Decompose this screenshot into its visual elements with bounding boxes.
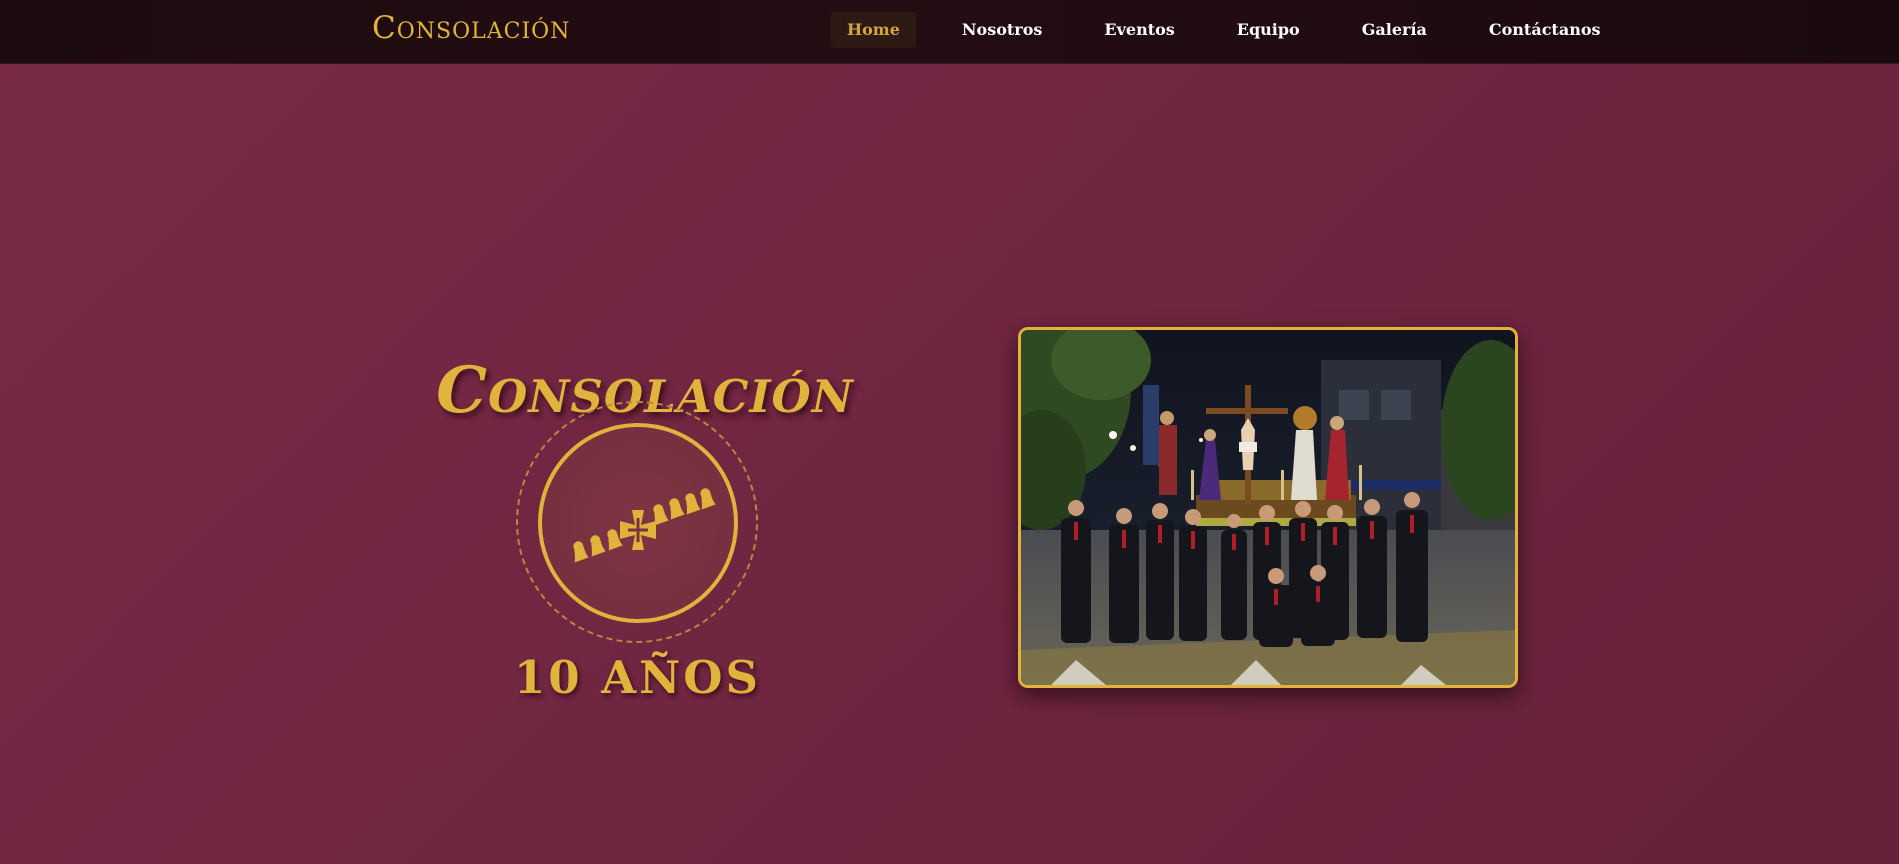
cross-procession-emblem-icon (573, 488, 716, 563)
hero-photo (1018, 327, 1518, 688)
procession-figure (669, 498, 685, 520)
procession-figure (653, 504, 669, 526)
cross-icon (620, 510, 656, 550)
nav-link-galeria[interactable]: Galería (1346, 12, 1443, 48)
anniversary-label: 10 AÑOS (513, 651, 762, 704)
procession-figure (590, 535, 606, 557)
emblem-badge (538, 423, 738, 623)
procession-figure (573, 541, 589, 563)
nav-link-home[interactable]: Home (831, 12, 916, 48)
procession-figure (685, 493, 701, 515)
nav-link-eventos[interactable]: Eventos (1088, 12, 1190, 48)
nav-link-equipo[interactable]: Equipo (1221, 12, 1316, 48)
procession-figure (607, 529, 623, 551)
brand-logo-link[interactable]: Consolación (372, 8, 570, 48)
nav-link-contactanos[interactable]: Contáctanos (1473, 12, 1617, 48)
top-navbar: Consolación Home Nosotros Eventos Equipo… (0, 0, 1899, 64)
procession-group-photo (1021, 330, 1515, 685)
main-nav: Home Nosotros Eventos Equipo Galería Con… (831, 12, 1617, 48)
nav-link-nosotros[interactable]: Nosotros (946, 12, 1058, 48)
